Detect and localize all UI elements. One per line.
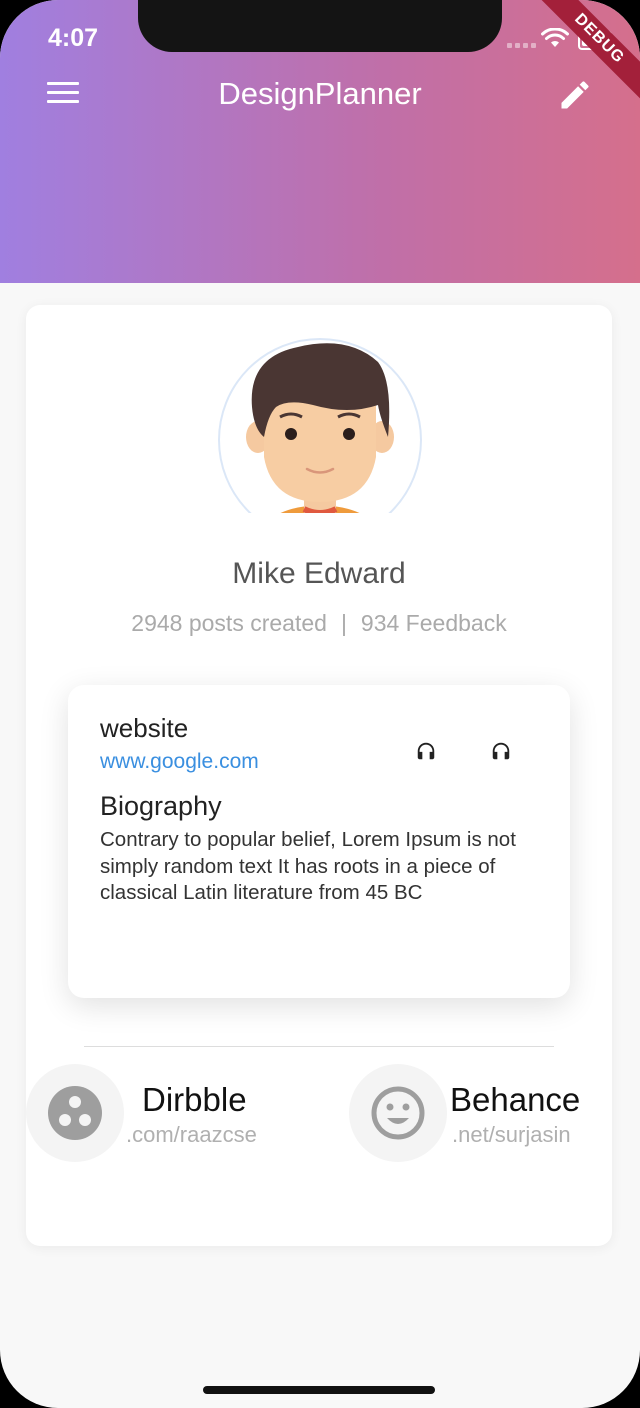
headphones-icon[interactable] [415,740,437,762]
biography-label: Biography [100,791,222,821]
smiley-icon [371,1086,425,1140]
biography-text: Contrary to popular belief, Lorem Ipsum … [100,828,516,904]
signal-icon [507,43,536,48]
website-link[interactable]: www.google.com [100,750,259,774]
headphones-icon[interactable] [490,740,512,762]
device-notch [138,0,502,52]
pencil-icon[interactable] [557,77,593,113]
behance-handle[interactable]: .net/surjasin [452,1122,571,1148]
avatar [218,338,422,513]
dribbble-handle[interactable]: .com/raazcse [126,1122,257,1148]
profile-card: Mike Edward 2948 posts created | 934 Feedb… [26,305,612,1246]
behance-button[interactable] [349,1064,447,1162]
behance-title: Behance [450,1081,581,1118]
status-time: 4:07 [48,24,99,52]
website-label: website [100,713,189,743]
posts-count: 2948 posts created [131,610,327,636]
wifi-icon [541,28,569,47]
home-indicator[interactable] [203,1386,435,1394]
profile-stats: 2948 posts created | 934 Feedback [26,610,612,637]
divider [84,1046,554,1047]
feedback-count: 934 Feedback [360,610,507,636]
info-card: website www.google.com Biography Contrar… [68,685,570,998]
dribbble-title: Dirbble [142,1081,247,1118]
app-title: DesignPlanner [218,76,422,111]
app-screen: 4:07 DEBUG DesignPlanner Mike Edward 294… [0,0,640,1408]
profile-name: Mike Edward [232,557,406,590]
dribbble-icon [48,1086,102,1140]
dribbble-button[interactable] [26,1064,124,1162]
stats-separator: | [340,610,347,636]
